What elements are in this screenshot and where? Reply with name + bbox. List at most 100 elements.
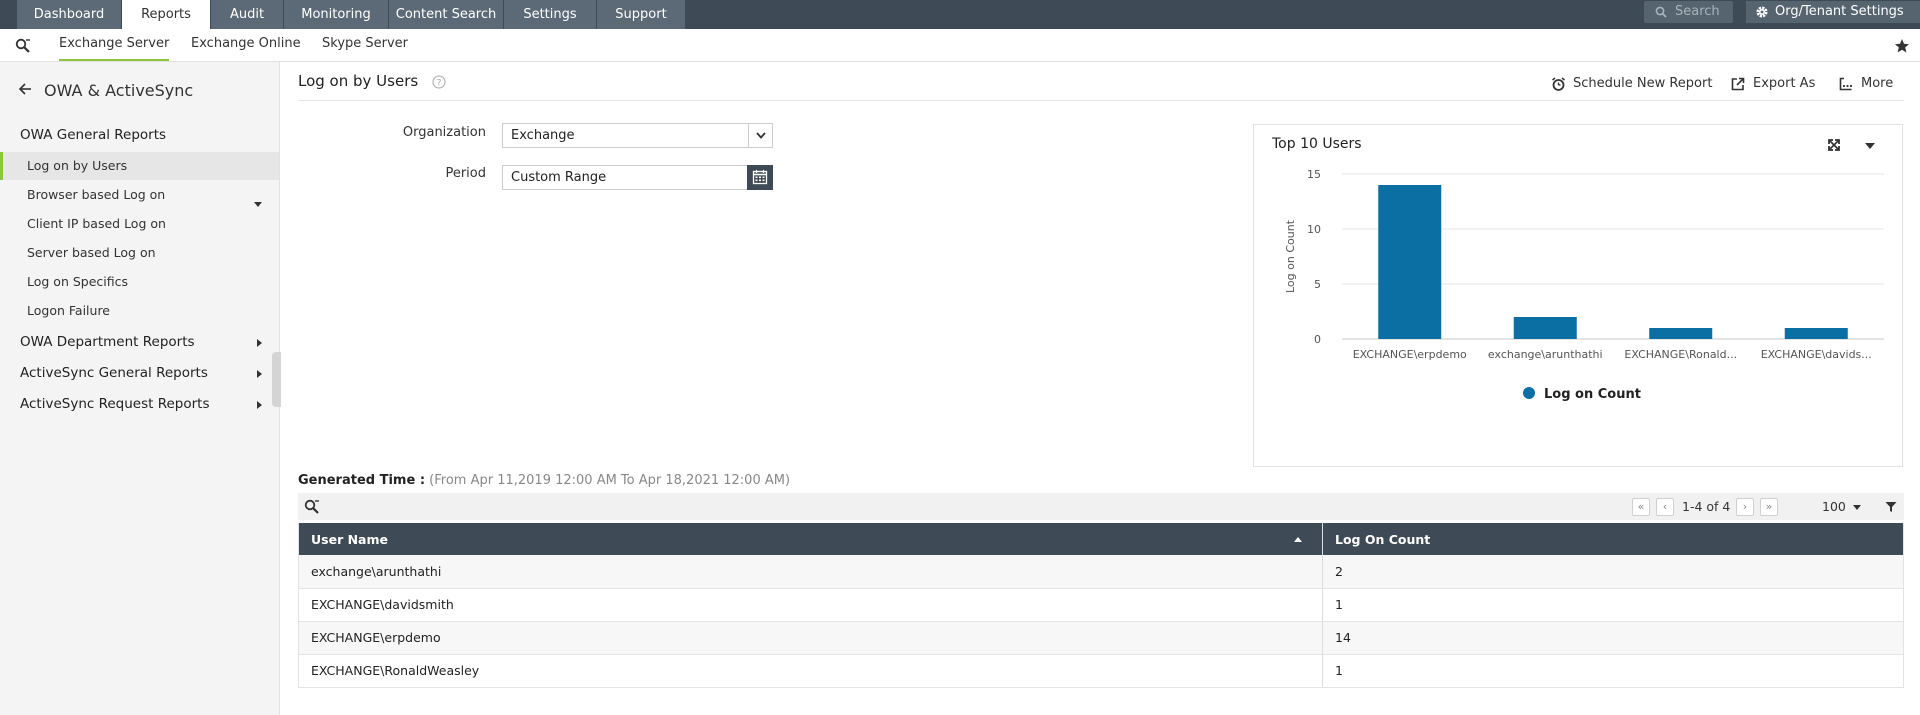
column-header-label: Log On Count	[1335, 531, 1431, 547]
tab-content-search[interactable]: Content Search	[389, 0, 504, 29]
prev-page-button[interactable]: ‹	[1656, 498, 1674, 516]
chevron-down-icon	[1852, 505, 1861, 510]
export-as-button[interactable]: Export As	[1731, 76, 1817, 92]
cell-log-on-count: 1	[1322, 654, 1904, 688]
table-row[interactable]: EXCHANGE\davidsmith 1	[298, 588, 1904, 622]
table-header-row: User Name Log On Count	[298, 523, 1904, 555]
sort-ascending-icon	[1294, 537, 1302, 542]
more-button[interactable]: More	[1839, 76, 1899, 92]
sidebar: OWA & ActiveSync OWA General Reports Log…	[0, 62, 281, 715]
search-placeholder: Search	[1675, 4, 1720, 19]
column-header-log-on-count[interactable]: Log On Count	[1322, 523, 1904, 555]
help-icon[interactable]: ?	[432, 75, 446, 89]
generated-time-value: (From Apr 11,2019 12:00 AM To Apr 18,202…	[429, 473, 791, 488]
tab-reports[interactable]: Reports	[122, 0, 211, 29]
tab-dashboard[interactable]: Dashboard	[17, 0, 122, 29]
svg-text:?: ?	[437, 79, 442, 89]
bar	[1513, 317, 1577, 339]
y-axis-title: Log on Count	[1284, 219, 1297, 293]
table-row[interactable]: exchange\arunthathi 2	[298, 555, 1904, 589]
column-header-label: User Name	[311, 531, 388, 547]
chevron-right-icon	[257, 339, 262, 347]
tab-monitoring[interactable]: Monitoring	[284, 0, 389, 29]
search-icon	[1655, 6, 1667, 18]
cell-log-on-count: 14	[1322, 621, 1904, 655]
x-tick-label: EXCHANGE\Ronald...	[1624, 348, 1737, 361]
organization-select[interactable]: Exchange	[502, 123, 773, 148]
sidebar-collapse-handle[interactable]	[272, 352, 281, 407]
sidebar-item-logon-failure[interactable]: Logon Failure	[0, 297, 279, 325]
page-size-value: 100	[1822, 499, 1846, 514]
page-title: Log on by Users	[298, 72, 419, 90]
page-size-select[interactable]: 100	[1822, 498, 1861, 516]
top-users-chart-panel: Top 10 Users 0 5 10 15 Log on Count EXCHANGE\…	[1253, 124, 1903, 467]
chevron-right-icon	[257, 401, 262, 409]
org-tenant-settings-button[interactable]: Org/Tenant Settings	[1746, 1, 1920, 23]
legend-label: Log on Count	[1544, 387, 1641, 402]
column-header-user-name[interactable]: User Name	[298, 523, 1323, 555]
filter-icon[interactable]	[1885, 501, 1897, 513]
tab-audit[interactable]: Audit	[211, 0, 284, 29]
table-row[interactable]: EXCHANGE\RonaldWeasley 1	[298, 654, 1904, 688]
top-nav: Dashboard Reports Audit Monitoring Conte…	[0, 0, 1920, 29]
org-tenant-settings-label: Org/Tenant Settings	[1775, 4, 1904, 19]
y-tick-label: 0	[1314, 333, 1321, 346]
next-page-button[interactable]: ›	[1736, 498, 1754, 516]
generated-time: Generated Time : (From Apr 11,2019 12:00…	[298, 473, 790, 488]
top-nav-tabs: Dashboard Reports Audit Monitoring Conte…	[17, 0, 686, 29]
subtab-exchange-online[interactable]: Exchange Online	[191, 29, 301, 61]
export-icon	[1731, 77, 1745, 91]
sidebar-group-activesync-general[interactable]: ActiveSync General Reports	[20, 365, 270, 381]
alarm-clock-icon	[1552, 77, 1565, 91]
generated-time-label: Generated Time :	[298, 473, 426, 488]
sub-nav: Exchange Server Exchange Online Skype Se…	[0, 29, 1920, 62]
cell-user-name: EXCHANGE\davidsmith	[298, 588, 1323, 622]
sidebar-item-log-on-specifics[interactable]: Log on Specifics	[0, 268, 279, 296]
chevron-down-icon[interactable]	[748, 124, 772, 147]
search-icon[interactable]	[15, 38, 31, 54]
sidebar-item-server-based-log-on[interactable]: Server based Log on	[0, 239, 279, 267]
subtab-exchange-server[interactable]: Exchange Server	[59, 29, 170, 61]
sidebar-item-browser-based-log-on[interactable]: Browser based Log on	[0, 181, 279, 209]
schedule-new-report-label: Schedule New Report	[1573, 76, 1713, 91]
subtab-skype-server[interactable]: Skype Server	[322, 29, 408, 61]
x-tick-label: EXCHANGE\erpdemo	[1353, 348, 1467, 361]
calendar-icon[interactable]	[747, 165, 773, 190]
x-tick-label: EXCHANGE\davids...	[1761, 348, 1872, 361]
report-table: User Name Log On Count exchange\arunthat…	[298, 523, 1904, 688]
sidebar-item-log-on-by-users[interactable]: Log on by Users	[0, 152, 279, 180]
schedule-new-report-button[interactable]: Schedule New Report	[1551, 76, 1713, 92]
more-label: More	[1861, 76, 1894, 91]
sidebar-group-owa-general[interactable]: OWA General Reports	[20, 127, 270, 207]
sidebar-title: OWA & ActiveSync	[44, 81, 194, 100]
pin-icon[interactable]	[1894, 38, 1910, 54]
bar	[1378, 185, 1442, 339]
tab-support[interactable]: Support	[597, 0, 686, 29]
sidebar-group-owa-department[interactable]: OWA Department Reports	[20, 334, 270, 350]
search-icon[interactable]	[304, 499, 320, 515]
chevron-right-icon	[257, 370, 262, 378]
gear-icon	[1756, 6, 1768, 18]
sidebar-group-activesync-request[interactable]: ActiveSync Request Reports	[20, 396, 270, 412]
tab-settings[interactable]: Settings	[504, 0, 597, 29]
pager-range: 1-4 of 4	[1682, 499, 1731, 514]
sidebar-item-client-ip-based-log-on[interactable]: Client IP based Log on	[0, 210, 279, 238]
organization-label: Organization	[402, 125, 486, 140]
sidebar-group-label: ActiveSync Request Reports	[20, 396, 210, 412]
first-page-button[interactable]: «	[1632, 498, 1650, 516]
sidebar-group-label: OWA General Reports	[20, 127, 167, 143]
more-icon	[1839, 77, 1853, 91]
header-divider	[298, 100, 1904, 101]
table-row[interactable]: EXCHANGE\erpdemo 14	[298, 621, 1904, 655]
y-tick-label: 10	[1307, 223, 1321, 236]
sidebar-group-label: OWA Department Reports	[20, 334, 195, 350]
back-arrow-icon[interactable]	[18, 82, 32, 96]
cell-log-on-count: 1	[1322, 588, 1904, 622]
global-search-input[interactable]: Search	[1644, 1, 1733, 23]
period-value: Custom Range	[511, 170, 607, 185]
legend-marker	[1523, 387, 1535, 399]
last-page-button[interactable]: »	[1760, 498, 1778, 516]
y-tick-label: 5	[1314, 278, 1321, 291]
period-select[interactable]: Custom Range	[502, 165, 773, 190]
bar	[1649, 328, 1713, 339]
